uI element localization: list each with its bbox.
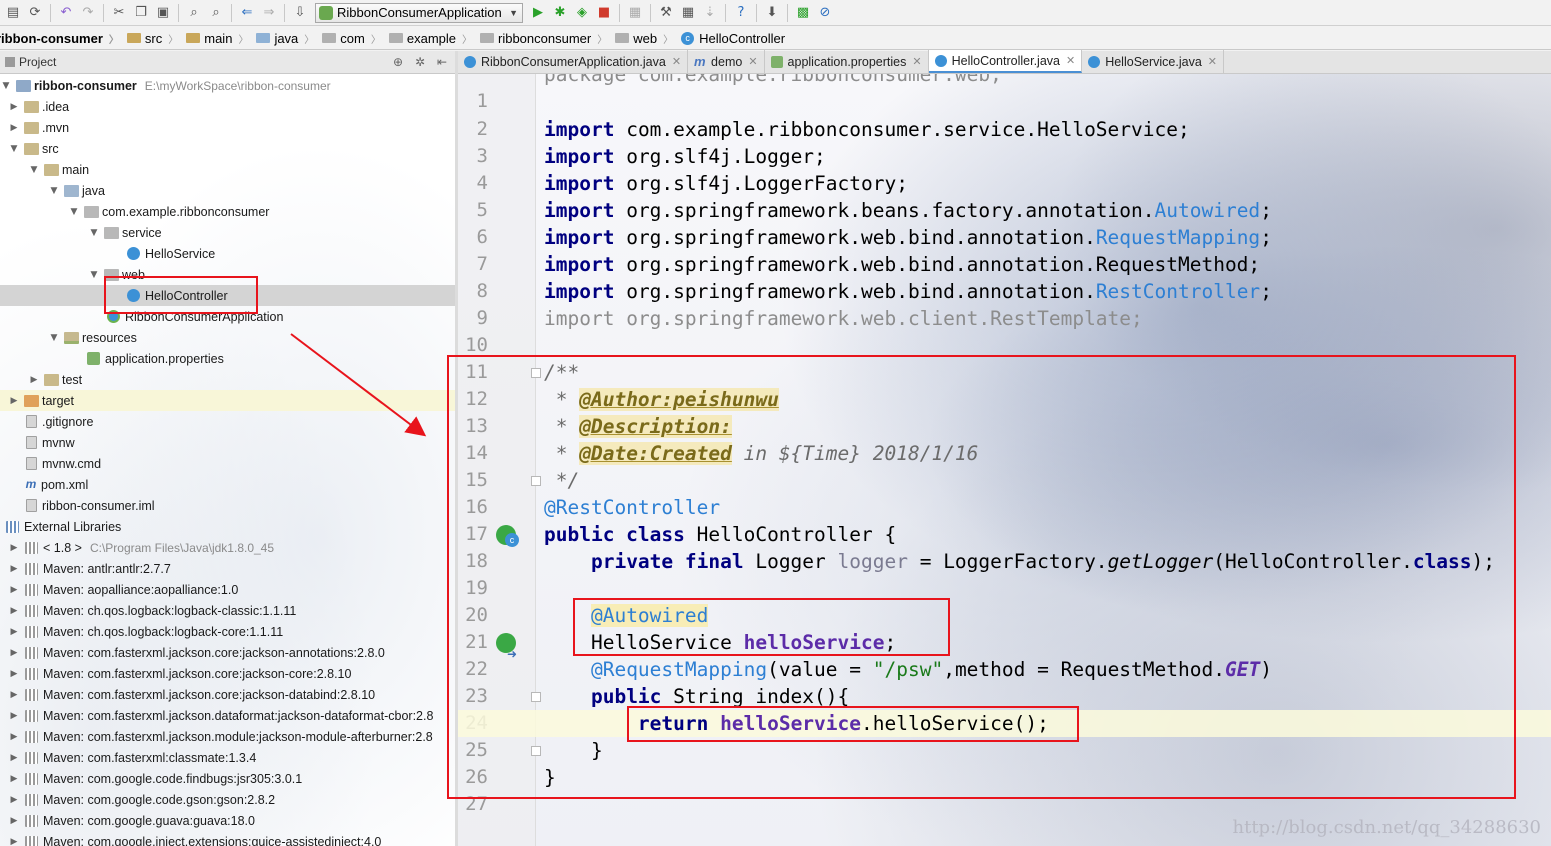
annotation-arrow: [290, 333, 427, 437]
annotation-arrow-layer: [290, 333, 427, 437]
